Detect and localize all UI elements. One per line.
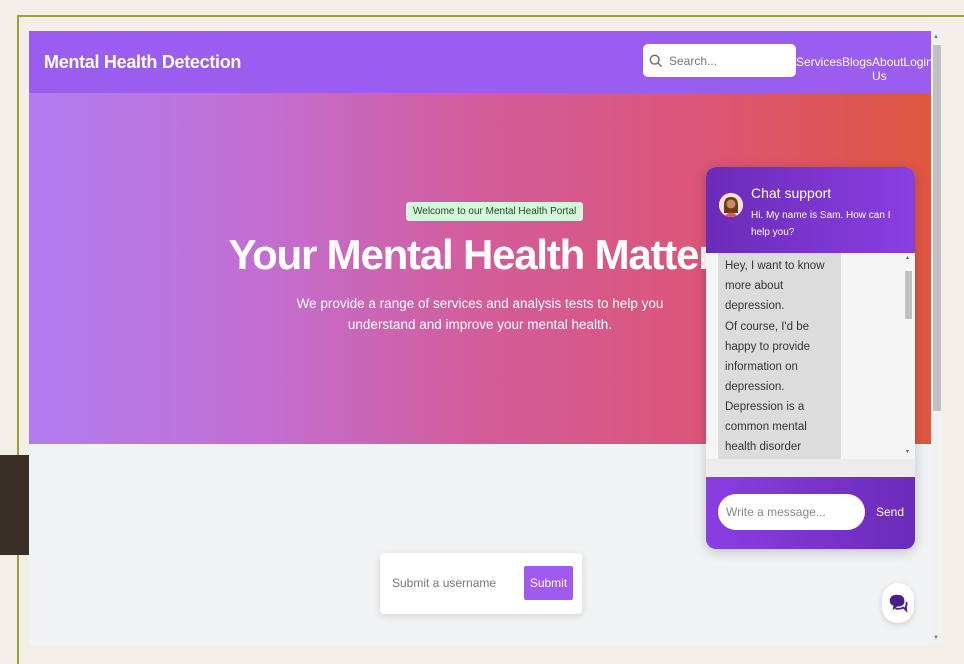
hero-title: Your Mental Health Matters	[228, 231, 736, 278]
chat-greeting: Hi. My name is Sam. How can I help you?	[751, 210, 891, 238]
chat-bubble-icon	[889, 594, 908, 613]
chat-messages[interactable]: Hey, I want to know more about depressio…	[706, 253, 915, 459]
send-button[interactable]: Send	[876, 505, 904, 519]
background-panel	[0, 455, 29, 555]
browser-viewport: Mental Health Detection Services Blogs A…	[29, 31, 943, 645]
support-agent-avatar-icon	[719, 193, 743, 217]
nav-services[interactable]: Services	[796, 55, 842, 83]
chat-scrollbar[interactable]: ▲ ▼	[902, 253, 914, 459]
scroll-up-icon[interactable]: ▲	[905, 255, 910, 261]
hero-subtitle: We provide a range of services and analy…	[296, 296, 664, 332]
search-input[interactable]	[669, 53, 789, 68]
welcome-badge: Welcome to our Mental Health Portal	[406, 202, 584, 221]
search-icon	[649, 54, 663, 67]
submit-button[interactable]: Submit	[524, 566, 573, 600]
page-scrollbar[interactable]: ▲ ▼	[931, 31, 943, 645]
search-box[interactable]	[643, 44, 796, 77]
page-scroll-down-icon[interactable]: ▼	[933, 635, 939, 641]
avatar	[719, 193, 743, 217]
chat-footer: Send	[706, 477, 915, 549]
nav-about-us[interactable]: About Us	[872, 55, 903, 83]
chat-scroll-thumb[interactable]	[905, 271, 912, 319]
nav-links: Services Blogs About Us Login	[796, 55, 933, 83]
nav-login[interactable]: Login	[903, 55, 932, 83]
chat-message-user: Hey, I want to know more about depressio…	[718, 253, 841, 319]
chat-message-input[interactable]	[718, 494, 865, 530]
nav-blogs[interactable]: Blogs	[842, 55, 872, 83]
chat-header: Chat support Hi. My name is Sam. How can…	[706, 167, 915, 253]
chat-widget: Chat support Hi. My name is Sam. How can…	[706, 167, 915, 549]
username-form: Submit	[380, 553, 582, 614]
page-scroll-up-icon[interactable]: ▲	[933, 34, 939, 40]
chat-message-bot: Of course, I'd be happy to provide infor…	[718, 312, 841, 459]
brand-title[interactable]: Mental Health Detection	[44, 52, 241, 73]
navbar: Mental Health Detection Services Blogs A…	[29, 31, 933, 93]
scroll-down-icon[interactable]: ▼	[905, 449, 910, 455]
username-input[interactable]	[392, 569, 520, 597]
chat-toggle-button[interactable]	[882, 583, 914, 623]
page-scroll-thumb[interactable]	[933, 45, 941, 411]
chat-title: Chat support	[751, 185, 832, 201]
